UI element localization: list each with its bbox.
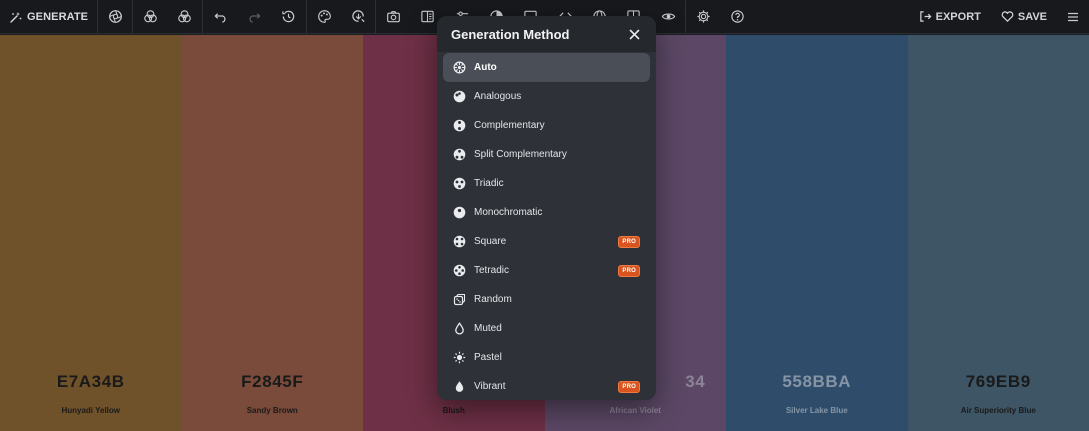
toolbar-right: EXPORT SAVE (909, 0, 1089, 34)
random-dice-icon (453, 293, 466, 306)
pro-badge: PRO (618, 380, 640, 393)
tetradic-icon (453, 264, 466, 277)
monochromatic-icon (453, 206, 466, 219)
analogous-icon (453, 90, 466, 103)
color-blend-alt-button[interactable] (168, 0, 202, 34)
muted-drop-icon (453, 322, 466, 335)
generate-sparkle-icon (10, 11, 22, 23)
history-icon (282, 10, 295, 23)
eye-button[interactable] (651, 0, 685, 34)
export-button[interactable]: EXPORT (909, 0, 991, 34)
swatch-color-name[interactable]: Blush (363, 406, 545, 415)
eye-icon (661, 13, 675, 20)
help-button[interactable] (720, 0, 754, 34)
aperture-button[interactable] (98, 0, 132, 34)
method-item-vibrant[interactable]: Vibrant PRO (443, 372, 650, 400)
vibrant-drop-icon (453, 380, 466, 393)
method-item-label: Pastel (474, 352, 502, 363)
square-icon (453, 235, 466, 248)
method-item-square[interactable]: Square PRO (443, 227, 650, 256)
method-item-label: Monochromatic (474, 207, 543, 218)
method-item-triadic[interactable]: Triadic (443, 169, 650, 198)
dialog-title: Generation Method (451, 26, 570, 42)
generation-method-dialog: Generation Method Auto Analogous Complemen… (437, 16, 656, 400)
color-picker-button[interactable] (341, 0, 375, 34)
method-item-pastel[interactable]: Pastel (443, 343, 650, 372)
swatch-color-name[interactable]: Sandy Brown (182, 406, 364, 415)
method-item-monochromatic[interactable]: Monochromatic (443, 198, 650, 227)
menu-icon (1068, 12, 1078, 21)
swatch-color-name[interactable]: Silver Lake Blue (726, 406, 908, 415)
pastel-sun-icon (453, 351, 466, 364)
generate-label: GENERATE (27, 10, 89, 23)
settings-gear-icon (697, 10, 710, 23)
heart-icon (1001, 11, 1014, 22)
color-swatch[interactable]: 769EB9 Air Superiority Blue (907, 35, 1089, 431)
swatch-hex-code[interactable]: E7A34B (0, 372, 182, 392)
palette-button[interactable] (307, 0, 341, 34)
complementary-icon (453, 119, 466, 132)
method-item-random[interactable]: Random (443, 285, 650, 314)
method-item-label: Muted (474, 323, 502, 334)
camera-icon (387, 11, 400, 23)
palette-icon (317, 10, 331, 23)
method-item-label: Triadic (474, 178, 504, 189)
method-list: Auto Analogous Complementary Split Compleme… (437, 52, 656, 400)
dialog-header: Generation Method (437, 16, 656, 52)
method-item-label: Square (474, 236, 507, 247)
split-complementary-icon (453, 148, 466, 161)
settings-button[interactable] (686, 0, 720, 34)
color-swatch[interactable]: F2845F Sandy Brown (181, 35, 364, 431)
close-icon (629, 29, 639, 39)
color-swatch[interactable]: 558BBA Silver Lake Blue (726, 35, 908, 431)
save-button[interactable]: SAVE (991, 0, 1057, 34)
method-item-auto[interactable]: Auto (443, 53, 650, 82)
aperture-icon (108, 10, 122, 23)
method-item-analogous[interactable]: Analogous (443, 82, 650, 111)
close-button[interactable] (626, 26, 642, 42)
redo-button[interactable] (237, 0, 271, 34)
triadic-icon (453, 177, 466, 190)
method-item-complementary[interactable]: Complementary (443, 111, 650, 140)
method-item-label: Random (474, 294, 512, 305)
method-item-label: Vibrant (474, 381, 506, 392)
method-item-label: Tetradic (474, 265, 510, 276)
menu-button[interactable] (1057, 0, 1089, 34)
undo-icon (214, 13, 226, 23)
swatch-hex-code[interactable]: F2845F (182, 372, 364, 392)
method-item-tetradic[interactable]: Tetradic PRO (443, 256, 650, 285)
method-item-label: Analogous (474, 91, 522, 102)
pro-badge: PRO (618, 235, 640, 248)
pro-badge: PRO (618, 264, 640, 277)
color-blend-alt-icon (178, 10, 192, 23)
swatch-color-name[interactable]: Air Superiority Blue (908, 406, 1089, 415)
method-item-label: Complementary (474, 120, 545, 131)
sidebar-layout-icon (421, 10, 435, 23)
color-picker-icon (352, 10, 365, 23)
method-item-split-complementary[interactable]: Split Complementary (443, 140, 650, 169)
method-item-label: Auto (474, 62, 497, 73)
history-button[interactable] (272, 0, 306, 34)
redo-icon (249, 13, 261, 23)
method-item-muted[interactable]: Muted (443, 314, 650, 343)
swatch-color-name[interactable]: Hunyadi Yellow (0, 406, 182, 415)
swatch-color-name[interactable]: African Violet (545, 406, 727, 415)
generate-button[interactable]: GENERATE (0, 0, 99, 34)
color-blend-button[interactable] (133, 0, 167, 34)
export-label: EXPORT (935, 10, 981, 23)
export-icon (919, 11, 932, 22)
help-icon (731, 10, 744, 23)
auto-wheel-icon (453, 61, 466, 74)
save-label: SAVE (1017, 10, 1047, 23)
swatch-hex-code[interactable]: 558BBA (726, 372, 908, 392)
color-blend-icon (144, 10, 157, 23)
color-swatch[interactable]: E7A34B Hunyadi Yellow (0, 35, 182, 431)
method-item-label: Split Complementary (474, 149, 567, 160)
camera-button[interactable] (376, 0, 410, 34)
swatch-hex-code[interactable]: 769EB9 (908, 372, 1089, 392)
undo-button[interactable] (203, 0, 237, 34)
